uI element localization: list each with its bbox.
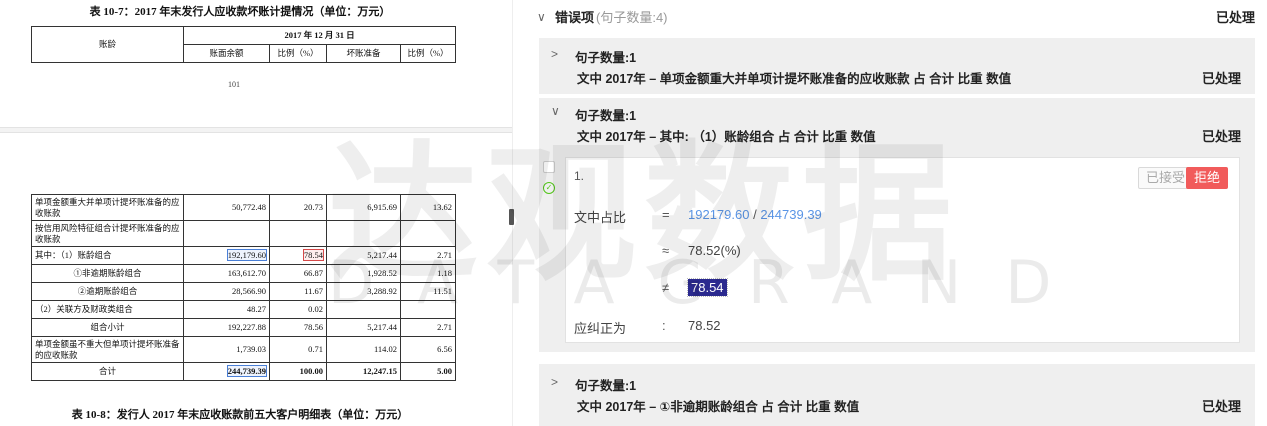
table-row: ②逾期账龄组合 28,566.90 11.67 3,288.92 11.51	[31, 282, 456, 301]
reject-button[interactable]: 拒绝	[1186, 167, 1229, 189]
detail-index: 1.	[574, 169, 585, 183]
table-title-10-8: 表 10-8：发行人 2017 年末应收账款前五大客户明细表（单位：万元）	[71, 409, 409, 421]
highlight-error-value[interactable]: 78.54	[302, 249, 325, 261]
equals-sign: =	[662, 207, 670, 222]
table-body: 单项金额重大并单项计提坏账准备的应收账款 50,772.48 20.73 6,9…	[31, 194, 456, 381]
table-row: 按信用风险特征组合计提坏账准备的应收账款	[31, 220, 456, 247]
date-header: 2017 年 12 月 31 日	[182, 26, 457, 45]
table-header: 账龄 2017 年 12 月 31 日 账面余额 比例（%） 坏账准备 比例（%…	[31, 26, 457, 63]
chevron-right-icon: >	[551, 47, 559, 61]
highlight-numerator[interactable]: 192,179.60	[226, 249, 268, 261]
table-row: 其中：（1）账龄组合 192,179.60 78.54 5,217.44 2.7…	[31, 246, 456, 265]
table-row: 单项金额虽不重大但单项计提坏账准备的应收账款 1,739.03 0.71 114…	[31, 336, 456, 363]
pane-resize-handle[interactable]	[509, 209, 514, 225]
page-break	[0, 127, 512, 133]
chevron-down-icon: ∨	[551, 104, 560, 118]
card-count: 句子数量:1	[575, 51, 637, 65]
table-row: （2）关联方及财政类组合 48.27 0.02	[31, 300, 456, 319]
provision-header: 坏账准备	[326, 44, 401, 63]
error-detail: 1. 已接受 拒绝 文中占比 = 192179.60 / 244739.39 ≈…	[565, 157, 1240, 343]
table-row: 合计 244,739.39 100.00 12,247.15 5.00	[31, 362, 456, 381]
table-row: 组合小计 192,227.88 78.56 5,217.44 2.71	[31, 318, 456, 337]
found-value[interactable]: 78.54	[687, 278, 728, 297]
review-panel: ∨ 错误项 (句子数量:4) 已处理 > 句子数量:1 文中 2017年 – 单…	[532, 0, 1267, 426]
provision-ratio-header: 比例（%）	[399, 44, 457, 63]
correction-value: 78.52	[688, 318, 721, 333]
chevron-right-icon: >	[551, 375, 559, 389]
balance-header: 账面余额	[183, 44, 270, 63]
table-row: ①非逾期账龄组合 163,612.70 66.87 1,928.52 1.18	[31, 264, 456, 283]
table-row: 单项金额重大并单项计提坏账准备的应收账款 50,772.48 20.73 6,9…	[31, 194, 456, 221]
error-card-1[interactable]: > 句子数量:1 文中 2017年 – 单项金额重大并单项计提坏账准备的应收账款…	[539, 38, 1255, 94]
check-circle-icon: ✓	[543, 182, 555, 194]
computed-value: 78.52(%)	[688, 243, 741, 258]
card-count: 句子数量:1	[575, 109, 637, 123]
colon: :	[662, 318, 666, 333]
age-header: 账龄	[31, 26, 184, 63]
card-status: 已处理	[1201, 399, 1241, 414]
page-number: 101	[228, 80, 240, 89]
card-sentence: 文中 2017年 – ①非逾期账龄组合 占 合计 比重 数值	[577, 400, 860, 414]
card-status: 已处理	[1201, 129, 1241, 144]
approx-sign: ≈	[662, 243, 670, 258]
table-title-10-7: 表 10-7：2017 年末发行人应收款坏账计提情况（单位：万元）	[89, 6, 391, 18]
accept-button[interactable]: 已接受	[1138, 167, 1194, 189]
highlight-denominator[interactable]: 244,739.39	[226, 365, 268, 377]
error-card-3[interactable]: > 句子数量:1 文中 2017年 – ①非逾期账龄组合 占 合计 比重 数值 …	[539, 364, 1255, 426]
item-checkbox[interactable]	[543, 161, 555, 173]
denominator-link[interactable]: 244739.39	[760, 207, 821, 222]
not-equal-sign: ≠	[662, 280, 670, 295]
numerator-link[interactable]: 192179.60	[688, 207, 749, 222]
section-title: 错误项	[555, 10, 595, 25]
document-view: 表 10-7：2017 年末发行人应收款坏账计提情况（单位：万元） 账龄 201…	[0, 0, 512, 426]
ratio-header: 比例（%）	[269, 44, 327, 63]
card-count: 句子数量:1	[575, 379, 637, 393]
chevron-down-icon: ∨	[537, 9, 546, 24]
card-status: 已处理	[1201, 71, 1241, 86]
card-sentence: 文中 2017年 – 其中: （1）账龄组合 占 合计 比重 数值	[577, 130, 876, 144]
card-sentence: 文中 2017年 – 单项金额重大并单项计提坏账准备的应收账款 占 合计 比重 …	[577, 72, 1012, 86]
ratio-formula: 192179.60 / 244739.39	[688, 207, 822, 222]
error-section-header[interactable]: ∨ 错误项 (句子数量:4) 已处理	[532, 0, 1267, 33]
section-status: 已处理	[1215, 10, 1255, 25]
item-controls: ✓	[543, 161, 557, 194]
correction-label: 应纠正为	[574, 321, 627, 336]
ratio-label: 文中占比	[574, 210, 627, 225]
pane-divider	[512, 0, 532, 426]
section-count: (句子数量:4)	[596, 10, 668, 25]
